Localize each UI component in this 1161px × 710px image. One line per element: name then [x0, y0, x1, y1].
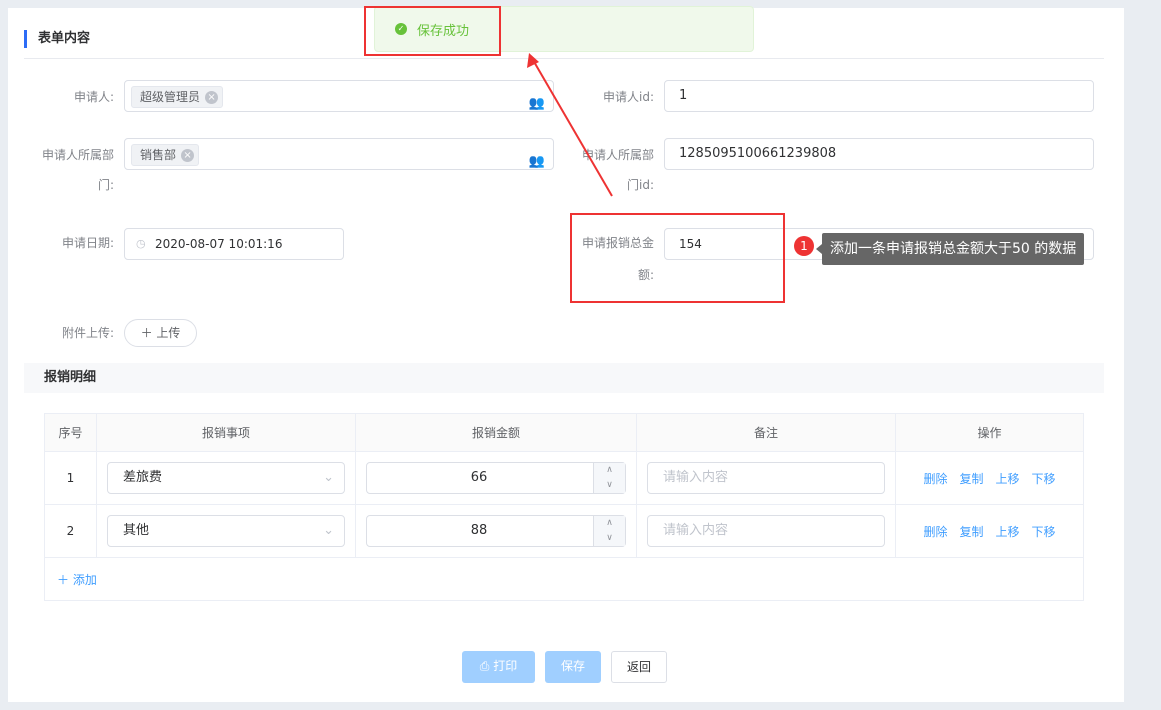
- annotation-arrow: [527, 53, 613, 197]
